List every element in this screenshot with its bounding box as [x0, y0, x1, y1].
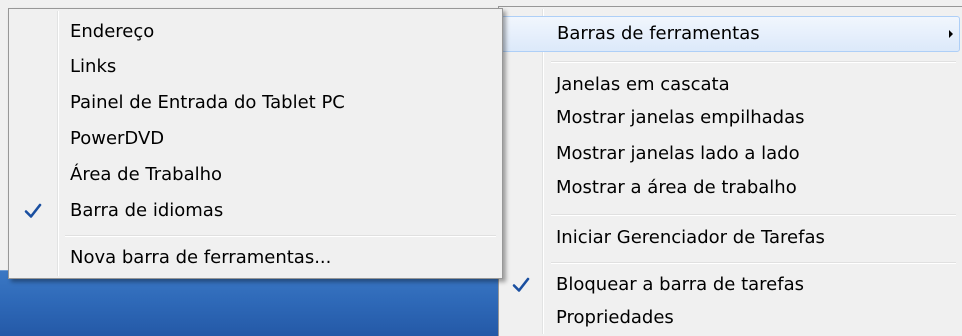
toolbars-submenu: Endereço Links Painel de Entrada do Tabl…	[8, 8, 503, 279]
menu-item-label: Propriedades	[556, 307, 674, 328]
menu-item-label: Endereço	[70, 21, 155, 42]
menu-item-label: Bloquear a barra de tarefas	[556, 274, 805, 295]
submenu-item-desktop[interactable]: Área de Trabalho	[11, 157, 500, 193]
menu-item-label: Mostrar janelas empilhadas	[556, 107, 805, 128]
taskbar-context-menu: Barras de ferramentas Janelas em cascata…	[498, 6, 962, 336]
menu-separator	[551, 61, 956, 63]
menu-item-task-manager[interactable]: Iniciar Gerenciador de Tarefas	[501, 220, 960, 256]
menu-item-label: Mostrar a área de trabalho	[556, 177, 797, 198]
menu-separator	[65, 235, 496, 237]
submenu-item-links[interactable]: Links	[11, 49, 500, 85]
menu-item-show-desktop[interactable]: Mostrar a área de trabalho	[501, 170, 960, 206]
chevron-right-icon	[949, 30, 953, 38]
menu-item-properties[interactable]: Propriedades	[501, 300, 960, 336]
menu-item-label: Janelas em cascata	[556, 74, 730, 95]
submenu-item-powerdvd[interactable]: PowerDVD	[11, 121, 500, 157]
submenu-item-new-toolbar[interactable]: Nova barra de ferramentas...	[11, 240, 500, 276]
menu-item-cascade-windows[interactable]: Janelas em cascata	[501, 67, 960, 103]
check-icon	[512, 277, 530, 292]
menu-item-show-side-by-side[interactable]: Mostrar janelas lado a lado	[501, 136, 960, 172]
menu-separator	[551, 214, 956, 216]
menu-item-label: Barras de ferramentas	[557, 23, 760, 44]
menu-item-label: Barra de idiomas	[70, 200, 224, 221]
check-icon	[24, 203, 42, 218]
submenu-item-address[interactable]: Endereço	[11, 14, 500, 50]
submenu-item-language-bar[interactable]: Barra de idiomas	[11, 193, 500, 229]
menu-item-label: Nova barra de ferramentas...	[70, 247, 332, 268]
menu-separator	[551, 262, 956, 264]
menu-item-lock-taskbar[interactable]: Bloquear a barra de tarefas	[501, 267, 960, 303]
menu-item-label: Mostrar janelas lado a lado	[556, 143, 800, 164]
menu-item-label: Área de Trabalho	[70, 164, 223, 185]
menu-item-show-stacked[interactable]: Mostrar janelas empilhadas	[501, 100, 960, 136]
menu-item-toolbars[interactable]: Barras de ferramentas	[501, 16, 960, 52]
menu-item-label: Painel de Entrada do Tablet PC	[70, 92, 345, 113]
menu-item-label: Links	[70, 56, 117, 77]
desktop-background	[0, 270, 510, 336]
menu-item-label: Iniciar Gerenciador de Tarefas	[556, 227, 825, 248]
submenu-item-tablet-pc-input-panel[interactable]: Painel de Entrada do Tablet PC	[11, 85, 500, 121]
menu-item-label: PowerDVD	[70, 128, 165, 149]
